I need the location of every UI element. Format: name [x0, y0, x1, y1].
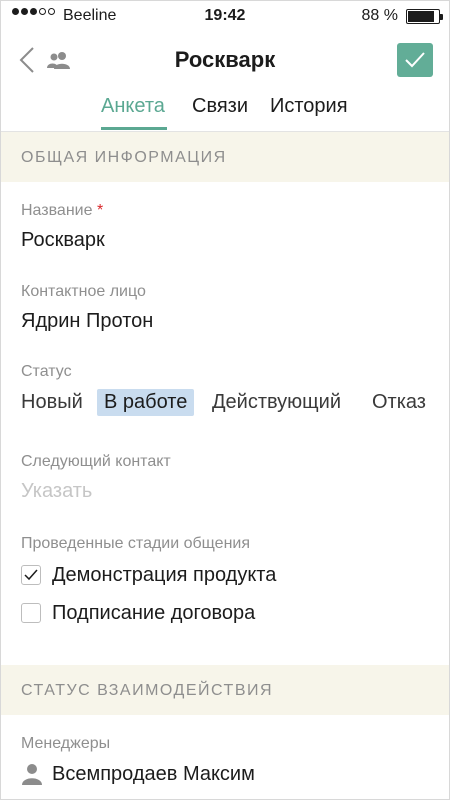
contact-label: Контактное лицо — [21, 283, 146, 300]
section-title: ОБЩАЯ ИНФОРМАЦИЯ — [21, 149, 227, 166]
manager-item[interactable]: Всемпродаев Максим — [21, 761, 255, 787]
name-field[interactable]: Роскварк — [21, 229, 105, 252]
section-header-general: ОБЩАЯ ИНФОРМАЦИЯ — [1, 132, 449, 182]
navigation-header: Роскварк Анкета Связи История — [1, 31, 449, 132]
status-option-in-progress[interactable]: В работе — [97, 389, 195, 416]
name-label-text: Название — [21, 202, 93, 219]
contact-field[interactable]: Ядрин Протон — [21, 310, 153, 333]
status-selector: Новый В работе Действующий Отказ — [1, 389, 449, 419]
checkmark-icon — [24, 569, 38, 581]
required-mark: * — [96, 202, 104, 219]
section-title: СТАТУС ВЗАИМОДЕЙСТВИЯ — [21, 682, 274, 699]
stage-label: Подписание договора — [52, 601, 256, 624]
active-tab-indicator — [101, 127, 167, 130]
battery-icon — [406, 9, 443, 24]
next-contact-label: Следующий контакт — [21, 453, 171, 470]
tab-anketa[interactable]: Анкета — [101, 95, 165, 118]
checkmark-icon — [405, 52, 425, 68]
person-icon — [21, 763, 43, 785]
tab-svyazi[interactable]: Связи — [192, 95, 248, 118]
tab-istoriya[interactable]: История — [270, 95, 348, 118]
name-label: Название * — [21, 202, 103, 220]
section-header-interaction: СТАТУС ВЗАИМОДЕЙСТВИЯ — [1, 665, 449, 715]
battery-percent: 88 % — [361, 7, 398, 24]
tab-bar: Анкета Связи История — [1, 93, 449, 131]
managers-label: Менеджеры — [21, 735, 111, 752]
stages-label: Проведенные стадии общения — [21, 535, 250, 552]
save-button[interactable] — [397, 43, 433, 77]
next-contact-field[interactable]: Указать — [21, 480, 92, 503]
stage-item-contract[interactable]: Подписание договора — [21, 600, 255, 626]
stage-item-demo[interactable]: Демонстрация продукта — [21, 562, 276, 588]
status-option-new[interactable]: Новый — [21, 389, 83, 416]
stage-label: Демонстрация продукта — [52, 563, 277, 586]
status-label: Статус — [21, 363, 72, 380]
status-bar: Beeline 19:42 88 % — [1, 1, 449, 31]
checkbox-unchecked[interactable] — [21, 603, 41, 623]
chevron-left-icon[interactable] — [17, 45, 39, 75]
checkbox-checked[interactable] — [21, 565, 41, 585]
page-title: Роскварк — [174, 47, 276, 72]
people-icon[interactable] — [47, 51, 71, 69]
status-option-active[interactable]: Действующий — [212, 389, 341, 416]
manager-name: Всемпродаев Максим — [52, 762, 255, 785]
status-option-declined[interactable]: Отказ — [372, 389, 426, 416]
